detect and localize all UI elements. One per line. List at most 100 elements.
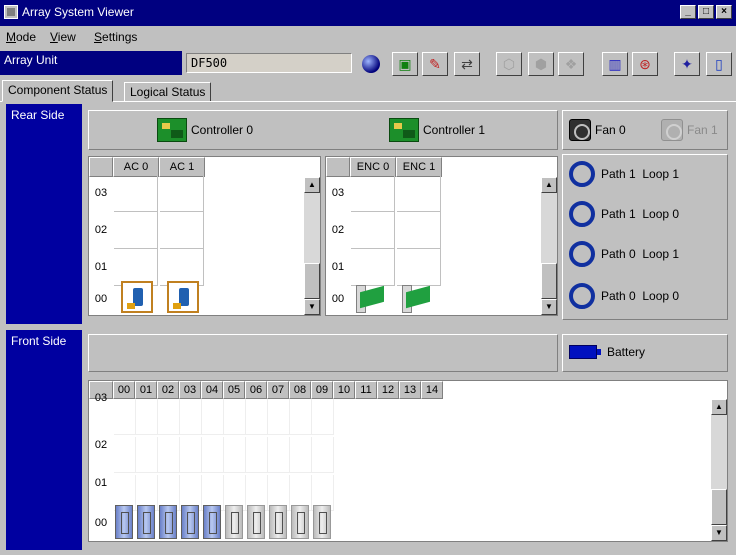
empty-disk-slot — [114, 399, 136, 435]
fan-1[interactable]: Fan 1 — [661, 119, 718, 141]
disk-icon: ⬡ — [502, 55, 516, 72]
row-label: 01 — [94, 477, 108, 489]
restore-button[interactable]: □ — [698, 5, 714, 19]
path-0-loop-0[interactable]: Path 0 Loop 0 — [569, 283, 679, 309]
disk-scrollbar[interactable]: ▲ ▼ — [711, 399, 727, 541]
ac-scrollbar[interactable]: ▲ ▼ — [304, 177, 320, 315]
controller-0-label: Controller 0 — [191, 123, 254, 137]
disk-drive-icon[interactable] — [247, 505, 265, 539]
row-label: 02 — [94, 224, 108, 236]
row-label: 03 — [331, 187, 345, 199]
disk-drive-icon[interactable] — [115, 505, 133, 539]
disk-column-header: 05 — [223, 381, 245, 399]
disk-drive-icon[interactable] — [225, 505, 243, 539]
loop-ring-icon — [569, 283, 595, 309]
toolbar: Array Unit DF500 ▣ ✎ ⇄ ⬡ ⬢ ❖ ▥ ⊛ ✦ ▯ — [0, 48, 736, 78]
empty-disk-slot — [114, 437, 136, 473]
path-0-loop-1[interactable]: Path 0 Loop 1 — [569, 241, 679, 267]
grid-cell — [397, 212, 441, 249]
enc-0-card-icon[interactable] — [356, 283, 390, 313]
disk-drive-icon[interactable] — [291, 505, 309, 539]
bar-chart-icon: ▥ — [608, 55, 622, 72]
grid-cell — [160, 212, 204, 249]
scroll-up-arrow[interactable]: ▲ — [711, 399, 727, 415]
empty-disk-slot — [246, 437, 268, 473]
app-icon — [4, 5, 18, 19]
scroll-down-arrow[interactable]: ▼ — [304, 299, 320, 315]
config-button[interactable]: ⇄ — [454, 52, 480, 76]
fan-0-label: Fan 0 — [595, 123, 626, 137]
disk-drive-icon[interactable] — [313, 505, 331, 539]
battery-panel: Battery — [562, 334, 728, 372]
disk-drive-icon[interactable] — [159, 505, 177, 539]
row-label: 00 — [331, 293, 345, 305]
tab-component-status[interactable]: Component Status — [2, 80, 114, 102]
battery-icon — [569, 345, 601, 359]
disk-drive-icon[interactable] — [137, 505, 155, 539]
title-bar[interactable]: Array System Viewer _ □ × — [0, 0, 736, 26]
chart-button[interactable]: ▥ — [602, 52, 628, 76]
front-side-label: Front Side — [6, 330, 82, 550]
minimize-button[interactable]: _ — [680, 5, 696, 19]
row-label: 01 — [94, 261, 108, 273]
grid-cell — [351, 212, 395, 249]
exit-button[interactable]: ▯ — [706, 52, 732, 76]
menu-mode[interactable]: Mode — [6, 30, 36, 44]
scroll-down-arrow[interactable]: ▼ — [711, 525, 727, 541]
empty-disk-slot — [202, 399, 224, 435]
monitor-button[interactable]: ▣ — [392, 52, 418, 76]
disk-drive-icon[interactable] — [269, 505, 287, 539]
tab-logical-status[interactable]: Logical Status — [124, 82, 212, 102]
grid-cell — [351, 175, 395, 212]
disk-column-header: 08 — [289, 381, 311, 399]
tool-button[interactable]: ✎ — [422, 52, 448, 76]
ac-1-power-icon[interactable] — [167, 281, 199, 313]
scroll-thumb[interactable] — [304, 263, 320, 299]
controllers-panel: Controller 0 Controller 1 — [88, 110, 558, 150]
disabled-button-2[interactable]: ⬢ — [528, 52, 554, 76]
path-1-loop-0[interactable]: Path 1 Loop 0 — [569, 201, 679, 227]
disk-column-header: 06 — [245, 381, 267, 399]
disabled-button-3[interactable]: ❖ — [558, 52, 584, 76]
menu-settings[interactable]: Settings — [94, 30, 137, 44]
enc-grid: ENC 0 ENC 1 03 02 01 00 ▲ ▼ — [325, 156, 558, 316]
path-label: Path 0 Loop 1 — [601, 247, 680, 261]
disabled-button-1[interactable]: ⬡ — [496, 52, 522, 76]
scroll-down-arrow[interactable]: ▼ — [541, 299, 557, 315]
close-button[interactable]: × — [716, 5, 732, 19]
paths-panel: Path 1 Loop 1 Path 1 Loop 0 Path 0 Loop … — [562, 154, 728, 320]
grid-cell — [397, 175, 441, 212]
menu-bar: Mode View Settings — [0, 26, 736, 48]
disk-drive-icon[interactable] — [203, 505, 221, 539]
battery[interactable]: Battery — [569, 345, 645, 359]
disk-column-header: 02 — [157, 381, 179, 399]
loop-ring-icon — [569, 241, 595, 267]
enc-1-card-icon[interactable] — [402, 283, 436, 313]
empty-disk-slot — [158, 399, 180, 435]
scroll-thumb[interactable] — [711, 489, 727, 525]
corner-header — [326, 157, 350, 177]
scroll-up-arrow[interactable]: ▲ — [541, 177, 557, 193]
disk-column-header: 12 — [377, 381, 399, 399]
scroll-thumb[interactable] — [541, 263, 557, 299]
scroll-up-arrow[interactable]: ▲ — [304, 177, 320, 193]
path-label: Path 1 Loop 0 — [601, 207, 680, 221]
loop-ring-icon — [569, 161, 595, 187]
menu-view[interactable]: View — [50, 30, 76, 44]
ac-0-power-icon[interactable] — [121, 281, 153, 313]
config-icon: ⇄ — [461, 55, 473, 72]
battery-label: Battery — [607, 345, 646, 359]
fan-0[interactable]: Fan 0 — [569, 119, 626, 141]
path-1-loop-1[interactable]: Path 1 Loop 1 — [569, 161, 679, 187]
timer-button[interactable]: ⊛ — [632, 52, 658, 76]
controller-board-icon — [389, 118, 419, 142]
disk-drive-icon[interactable] — [181, 505, 199, 539]
disk-column-header: 09 — [311, 381, 333, 399]
info-button[interactable]: ✦ — [674, 52, 700, 76]
empty-disk-slot — [180, 399, 202, 435]
disk-column-header: 04 — [201, 381, 223, 399]
enc-scrollbar[interactable]: ▲ ▼ — [541, 177, 557, 315]
controller-1[interactable]: Controller 1 — [389, 118, 485, 142]
array-unit-field[interactable]: DF500 — [186, 53, 352, 73]
controller-0[interactable]: Controller 0 — [157, 118, 253, 142]
